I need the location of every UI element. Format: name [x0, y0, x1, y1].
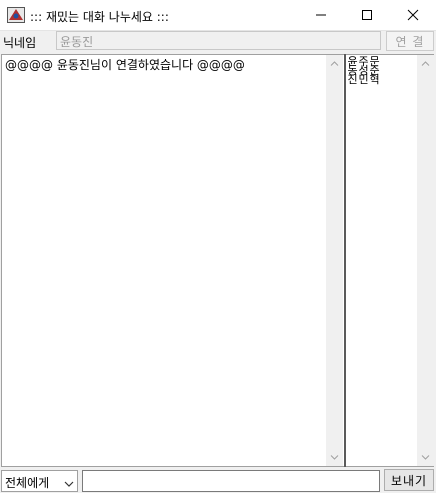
recipient-select-value: 전체에게: [5, 476, 50, 490]
recipient-select[interactable]: 전체에게: [1, 470, 78, 492]
title-bar[interactable]: ::: 재밌는 대화 나누세요 :::: [0, 0, 436, 31]
scroll-down-icon[interactable]: [326, 449, 343, 466]
chat-message: @@@@ 윤동진님이 연결하였습니다 @@@@: [5, 58, 245, 72]
window-title: ::: 재밌는 대화 나누세요 :::: [30, 10, 169, 24]
user-list-item[interactable]: 윤동진: [347, 56, 358, 85]
app-icon: [7, 7, 25, 23]
user-list-item[interactable]: 문준혁: [369, 56, 380, 85]
chat-log[interactable]: @@@@ 윤동진님이 연결하였습니다 @@@@: [1, 54, 345, 467]
connect-button[interactable]: 연 결: [386, 31, 434, 51]
nickname-field[interactable]: 윤동진: [56, 31, 381, 50]
send-button[interactable]: 보내기: [384, 469, 434, 491]
scroll-up-icon[interactable]: [326, 55, 343, 72]
maximize-button[interactable]: [344, 0, 390, 30]
close-button[interactable]: [390, 0, 436, 30]
nickname-label: 닉네임: [3, 36, 37, 50]
message-input[interactable]: [82, 470, 380, 492]
minimize-button[interactable]: [298, 0, 344, 30]
minimize-icon: [316, 14, 326, 16]
scroll-up-icon[interactable]: [417, 55, 434, 72]
chevron-down-icon: [64, 476, 74, 490]
user-list-scrollbar[interactable]: [417, 55, 434, 466]
scroll-down-icon[interactable]: [417, 449, 434, 466]
maximize-icon: [362, 10, 372, 20]
user-list-item[interactable]: 주성민: [358, 56, 369, 85]
close-icon: [407, 9, 419, 21]
chat-scrollbar[interactable]: [326, 55, 343, 466]
